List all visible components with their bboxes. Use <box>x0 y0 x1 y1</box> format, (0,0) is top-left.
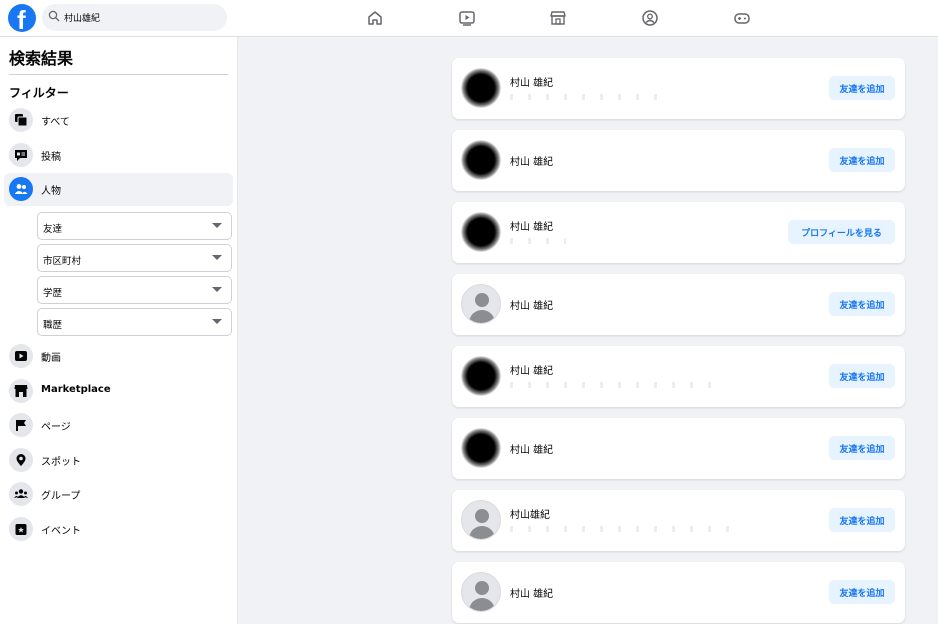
sidebar-item-label: ページ <box>41 422 71 433</box>
result-details-redacted <box>510 94 660 100</box>
work-filter-dropdown[interactable]: 職歴 <box>37 308 232 336</box>
search-result-card[interactable]: 村山 雄紀 友達を追加 <box>452 562 905 623</box>
view-profile-button[interactable]: プロフィールを見る <box>788 220 895 244</box>
groups-icon[interactable] <box>641 9 659 27</box>
profile-avatar[interactable] <box>461 140 501 180</box>
friends-filter-dropdown[interactable]: 友達 <box>37 212 232 240</box>
result-details-redacted <box>510 526 735 532</box>
sidebar-item-videos[interactable]: 動画 <box>4 340 233 373</box>
sidebar-item-events[interactable]: イベント <box>4 513 233 546</box>
video-icon <box>15 351 27 361</box>
caret-down-icon <box>212 223 222 228</box>
result-name[interactable]: 村山 雄紀 <box>510 153 553 168</box>
gaming-icon[interactable] <box>733 9 751 27</box>
dropdown-label: 学歴 <box>43 288 63 299</box>
add-friend-button[interactable]: 友達を追加 <box>829 148 895 172</box>
profile-avatar[interactable] <box>461 356 501 396</box>
sidebar-item-people[interactable]: 人物 <box>4 173 233 206</box>
add-friend-button[interactable]: 友達を追加 <box>829 76 895 100</box>
search-filter-sidebar: 検索結果 フィルター すべて 投稿 人物 友達 市区町村 学歴 職歴 動画 Ma… <box>0 37 238 624</box>
posts-icon <box>15 150 27 161</box>
search-box[interactable] <box>42 4 227 31</box>
sidebar-item-label: スポット <box>41 457 81 468</box>
result-name[interactable]: 村山 雄紀 <box>510 585 553 600</box>
caret-down-icon <box>212 287 222 292</box>
result-name[interactable]: 村山 雄紀 <box>510 297 553 312</box>
profile-avatar[interactable] <box>461 428 501 468</box>
add-friend-button[interactable]: 友達を追加 <box>829 508 895 532</box>
groups-icon <box>14 489 28 498</box>
dropdown-label: 職歴 <box>43 320 63 331</box>
caret-down-icon <box>212 319 222 324</box>
sidebar-item-places[interactable]: スポット <box>4 444 233 477</box>
top-navigation-bar: f <box>0 0 938 37</box>
caret-down-icon <box>212 255 222 260</box>
result-details-redacted <box>510 382 725 388</box>
default-avatar-icon[interactable] <box>461 572 501 612</box>
default-avatar-icon[interactable] <box>461 284 501 324</box>
search-result-card[interactable]: 村山 雄紀 プロフィールを見る <box>452 202 905 263</box>
result-name[interactable]: 村山 雄紀 <box>510 362 553 377</box>
home-icon[interactable] <box>366 9 384 27</box>
sidebar-item-groups[interactable]: グループ <box>4 478 233 511</box>
search-result-card[interactable]: 村山 雄紀 友達を追加 <box>452 274 905 335</box>
sidebar-item-label: Marketplace <box>41 384 111 395</box>
result-name[interactable]: 村山雄紀 <box>510 506 550 521</box>
marketplace-icon[interactable] <box>549 9 567 27</box>
people-icon <box>14 184 28 194</box>
all-icon <box>15 114 28 127</box>
profile-avatar[interactable] <box>461 68 501 108</box>
search-result-card[interactable]: 村山 雄紀 友達を追加 <box>452 346 905 407</box>
search-result-card[interactable]: 村山 雄紀 友達を追加 <box>452 58 905 119</box>
marketplace-icon <box>14 385 28 397</box>
facebook-logo-icon[interactable]: f <box>8 4 36 35</box>
dropdown-label: 友達 <box>43 224 63 235</box>
filter-heading: フィルター <box>9 86 69 100</box>
sidebar-item-marketplace[interactable]: Marketplace <box>4 375 233 408</box>
search-icon <box>48 10 60 22</box>
add-friend-button[interactable]: 友達を追加 <box>829 364 895 388</box>
watch-icon[interactable] <box>458 9 476 27</box>
sidebar-title: 検索結果 <box>9 49 74 68</box>
sidebar-item-label: イベント <box>41 526 81 537</box>
result-name[interactable]: 村山 雄紀 <box>510 441 553 456</box>
sidebar-item-label: 投稿 <box>41 152 61 163</box>
result-name[interactable]: 村山 雄紀 <box>510 218 553 233</box>
add-friend-button[interactable]: 友達を追加 <box>829 292 895 316</box>
search-result-card[interactable]: 村山 雄紀 友達を追加 <box>452 418 905 479</box>
pages-icon <box>16 420 26 431</box>
sidebar-divider <box>9 74 228 75</box>
sidebar-item-label: すべて <box>41 117 70 128</box>
result-name[interactable]: 村山 雄紀 <box>510 74 553 89</box>
sidebar-item-all[interactable]: すべて <box>4 104 233 137</box>
add-friend-button[interactable]: 友達を追加 <box>829 436 895 460</box>
sidebar-item-label: グループ <box>41 491 81 502</box>
sidebar-item-label: 人物 <box>41 186 61 197</box>
result-details-redacted <box>510 238 566 244</box>
search-result-card[interactable]: 村山 雄紀 友達を追加 <box>452 130 905 191</box>
city-filter-dropdown[interactable]: 市区町村 <box>37 244 232 272</box>
search-result-card[interactable]: 村山雄紀 友達を追加 <box>452 490 905 551</box>
add-friend-button[interactable]: 友達を追加 <box>829 580 895 604</box>
sidebar-item-posts[interactable]: 投稿 <box>4 139 233 172</box>
education-filter-dropdown[interactable]: 学歴 <box>37 276 232 304</box>
sidebar-item-label: 動画 <box>41 353 61 364</box>
calendar-star-icon <box>15 524 27 535</box>
sidebar-item-pages[interactable]: ページ <box>4 409 233 442</box>
location-pin-icon <box>16 454 26 466</box>
search-input[interactable] <box>64 7 219 28</box>
default-avatar-icon[interactable] <box>461 500 501 540</box>
profile-avatar[interactable] <box>461 212 501 252</box>
dropdown-label: 市区町村 <box>43 256 82 267</box>
